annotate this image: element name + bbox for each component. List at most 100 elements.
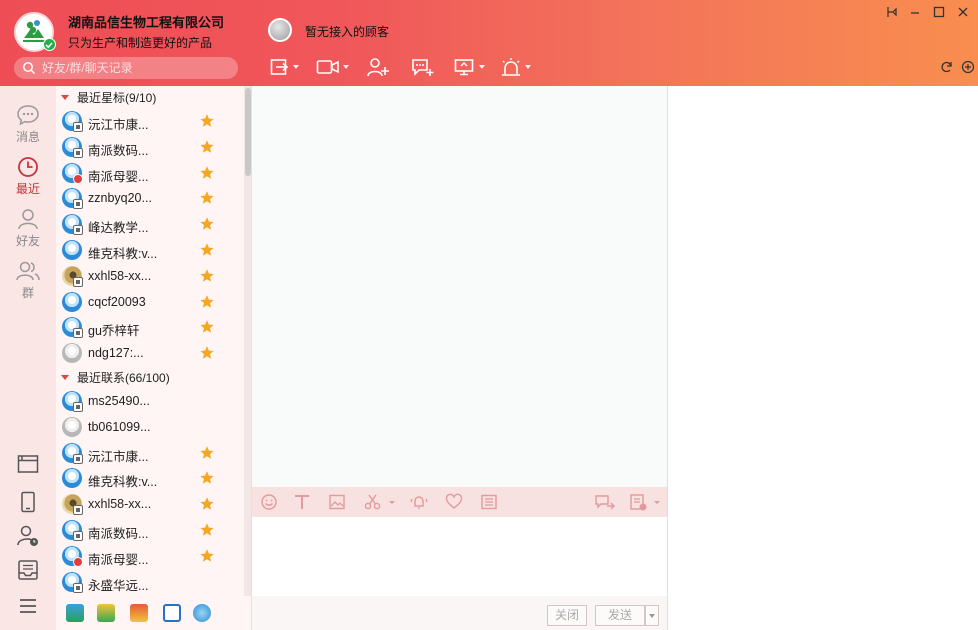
favorite-button[interactable] (445, 493, 463, 511)
close-window-button[interactable] (954, 4, 972, 20)
transfer-chat-button[interactable] (594, 493, 616, 511)
app-window-button[interactable] (16, 452, 40, 476)
contact-row[interactable]: tb061099... (56, 414, 244, 440)
contact-row[interactable]: 峰达教学... (56, 211, 244, 237)
contact-row[interactable]: xxhl58-xx... (56, 263, 244, 289)
nav-groups[interactable]: 群 (0, 260, 56, 308)
search-box[interactable] (14, 57, 238, 79)
scissors-icon (364, 494, 395, 510)
star-icon[interactable] (199, 548, 215, 567)
font-button[interactable] (293, 493, 311, 511)
chat-history-area[interactable] (252, 86, 667, 487)
refresh-button[interactable] (940, 60, 954, 74)
mobile-button[interactable] (16, 490, 40, 514)
sell-icon[interactable] (163, 604, 181, 622)
inbox-icon (18, 560, 38, 580)
send-options-dropdown[interactable] (645, 605, 659, 626)
star-icon[interactable] (199, 216, 215, 235)
emoji-button[interactable] (260, 493, 278, 511)
star-icon[interactable] (199, 496, 215, 515)
contact-name: 沅江市康... (88, 449, 149, 464)
contact-name: 维克科教:v... (88, 247, 158, 261)
star-icon[interactable] (199, 294, 215, 313)
star-icon[interactable] (199, 470, 215, 489)
add-button[interactable] (961, 60, 975, 74)
contact-row[interactable]: 南派母婴... (56, 543, 244, 569)
contact-avatar (62, 343, 82, 364)
nav-friends-label: 好友 (15, 234, 40, 248)
maximize-button[interactable] (930, 4, 948, 20)
contact-row[interactable]: cqcf20093 (56, 289, 244, 315)
chat-record-button[interactable] (629, 493, 663, 511)
transfer-button[interactable] (270, 55, 299, 79)
contact-history-button[interactable] (16, 524, 40, 548)
keyboard-icon (481, 494, 497, 510)
contact-row[interactable]: 维克科教:v... (56, 465, 244, 491)
group-header[interactable]: 最近联系(66/100) (56, 366, 244, 388)
transfer-icon (270, 59, 289, 75)
pin-button[interactable] (884, 4, 902, 20)
star-icon[interactable] (199, 139, 215, 158)
nav-recent[interactable]: 最近 (0, 156, 56, 204)
contact-row[interactable]: ms25490... (56, 388, 244, 414)
contact-row[interactable]: 沅江市康... (56, 440, 244, 466)
send-button[interactable]: 发送 (595, 605, 645, 626)
contact-name: 峰达教学... (88, 221, 149, 236)
star-icon[interactable] (199, 165, 215, 184)
nav-messages-label: 消息 (15, 130, 40, 144)
contact-row[interactable]: 南派母婴... (56, 160, 244, 186)
contact-row[interactable]: zznbyq20... (56, 185, 244, 211)
app-shortcut-2-icon[interactable] (97, 604, 115, 622)
mobile-status-icon (73, 122, 83, 132)
contact-row[interactable]: 沅江市康... (56, 108, 244, 134)
star-icon[interactable] (199, 345, 215, 364)
message-icon (17, 105, 39, 126)
shake-button[interactable] (410, 493, 428, 511)
video-button[interactable] (316, 55, 349, 79)
star-icon[interactable] (199, 190, 215, 209)
star-icon[interactable] (199, 319, 215, 338)
close-chat-button[interactable]: 关闭 (547, 605, 587, 626)
image-button[interactable] (328, 493, 346, 511)
contact-row[interactable]: 南派数码... (56, 134, 244, 160)
star-icon[interactable] (199, 445, 215, 464)
contact-name: 南派母婴... (88, 169, 149, 184)
app-shortcut-1-icon[interactable] (66, 604, 84, 622)
minimize-icon (911, 12, 919, 14)
contact-row[interactable]: 维克科教:v... (56, 237, 244, 263)
quick-phrase-button[interactable] (480, 493, 498, 511)
contact-name: 南派数码... (88, 527, 149, 541)
message-input[interactable] (252, 517, 667, 596)
contact-row[interactable]: 永盛华远... (56, 569, 244, 595)
shop-icon[interactable] (130, 604, 148, 622)
star-icon[interactable] (199, 113, 215, 132)
person-icon (18, 209, 38, 230)
main-menu-button[interactable] (16, 594, 40, 618)
nav-friends[interactable]: 好友 (0, 208, 56, 256)
search-input[interactable] (42, 59, 232, 77)
clock-icon (18, 157, 38, 177)
screen-share-button[interactable] (454, 55, 485, 79)
screenshot-button[interactable] (364, 493, 398, 511)
close-icon (958, 7, 968, 17)
contact-row[interactable]: xxhl58-xx... (56, 491, 244, 517)
video-camera-icon (316, 60, 339, 74)
star-icon[interactable] (199, 522, 215, 541)
inbox-button[interactable] (16, 558, 40, 582)
star-icon[interactable] (199, 268, 215, 287)
minimize-button[interactable] (906, 4, 924, 20)
refresh-icon (941, 61, 952, 73)
contact-row[interactable]: 南派数码... (56, 517, 244, 543)
contact-row[interactable]: gu乔梓轩 (56, 314, 244, 340)
group-header[interactable]: 最近星标(9/10) (56, 86, 244, 108)
group-chat-button[interactable] (410, 55, 434, 79)
contact-row[interactable]: ndg127:... (56, 340, 244, 366)
nav-messages[interactable]: 消息 (0, 104, 56, 152)
company-slogan: 只为生产和制造更好的产品 (68, 36, 213, 50)
alert-button[interactable] (500, 55, 531, 79)
text-format-icon (295, 495, 309, 509)
mobile-status-icon (73, 225, 83, 236)
add-contact-button[interactable] (366, 55, 390, 79)
star-icon[interactable] (199, 242, 215, 261)
wangwang-icon[interactable] (193, 604, 211, 622)
